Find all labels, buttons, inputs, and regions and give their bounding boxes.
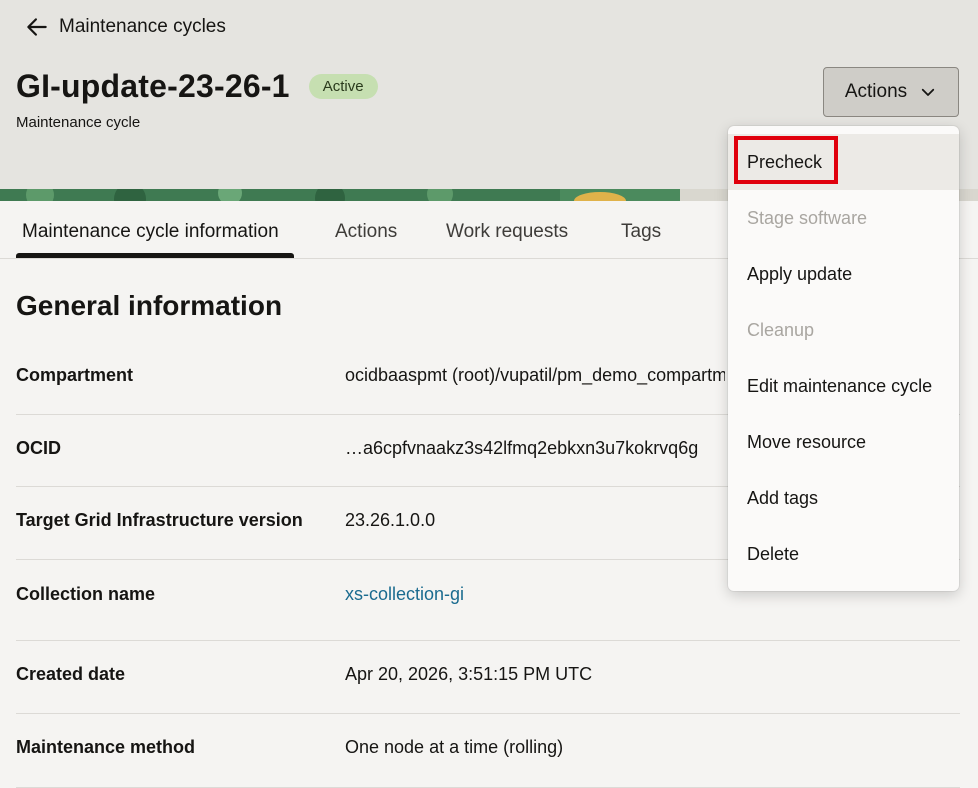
arrow-left-icon	[27, 18, 47, 36]
menu-item-cleanup: Cleanup	[747, 319, 815, 340]
tab-tags[interactable]: Tags	[621, 221, 661, 243]
actions-menu: Precheck Stage software Apply update Cle…	[728, 126, 959, 591]
info-row-created-date: Created date Apr 20, 2026, 3:51:15 PM UT…	[16, 641, 960, 714]
info-value: Apr 20, 2026, 3:51:15 PM UTC	[345, 664, 593, 684]
chevron-down-icon	[922, 88, 935, 96]
back-link-label: Maintenance cycles	[59, 16, 226, 37]
section-title: General information	[16, 290, 283, 321]
menu-item-delete[interactable]: Delete	[728, 526, 959, 582]
menu-item-move-resource[interactable]: Move resource	[728, 414, 959, 470]
info-value: ocidbaaspmt (root)/vupatil/pm_demo_compa…	[345, 365, 725, 385]
info-label: Created date	[16, 664, 126, 684]
menu-item-add-tags[interactable]: Add tags	[728, 470, 959, 526]
tab-maintenance-cycle-information[interactable]: Maintenance cycle information	[22, 221, 279, 243]
menu-item-apply-update[interactable]: Apply update	[728, 246, 959, 302]
info-label: Maintenance method	[16, 737, 196, 757]
collection-name-link[interactable]: xs-collection-gi	[345, 584, 725, 605]
menu-item-edit-maintenance-cycle[interactable]: Edit maintenance cycle	[728, 358, 959, 414]
page-subtitle: Maintenance cycle	[16, 114, 141, 131]
menu-item-stage-software: Stage software	[747, 207, 868, 228]
active-tab-indicator	[16, 253, 294, 258]
info-value: …a6cpfvnaakz3s42lfmq2ebkxn3u7kokrvq6g	[345, 438, 699, 458]
actions-dropdown-button[interactable]: Actions	[823, 67, 959, 117]
status-badge: Active	[308, 74, 378, 99]
page-title: GI-update-23-26-1	[16, 68, 290, 104]
info-value: One node at a time (rolling)	[345, 737, 564, 757]
info-row-maintenance-method: Maintenance method One node at a time (r…	[16, 714, 960, 788]
tab-actions[interactable]: Actions	[335, 221, 397, 243]
title-row: GI-update-23-26-1 Active	[16, 68, 378, 105]
info-value: 23.26.1.0.0	[345, 510, 436, 530]
info-label: OCID	[16, 438, 61, 458]
info-label: Compartment	[16, 365, 134, 385]
tab-work-requests[interactable]: Work requests	[446, 221, 568, 243]
info-label: Collection name	[16, 584, 156, 604]
info-label: Target Grid Infrastructure version	[16, 510, 303, 530]
back-link[interactable]: Maintenance cycles	[24, 14, 226, 40]
actions-button-label: Actions	[844, 81, 908, 102]
precheck-highlight-outline	[734, 136, 838, 184]
